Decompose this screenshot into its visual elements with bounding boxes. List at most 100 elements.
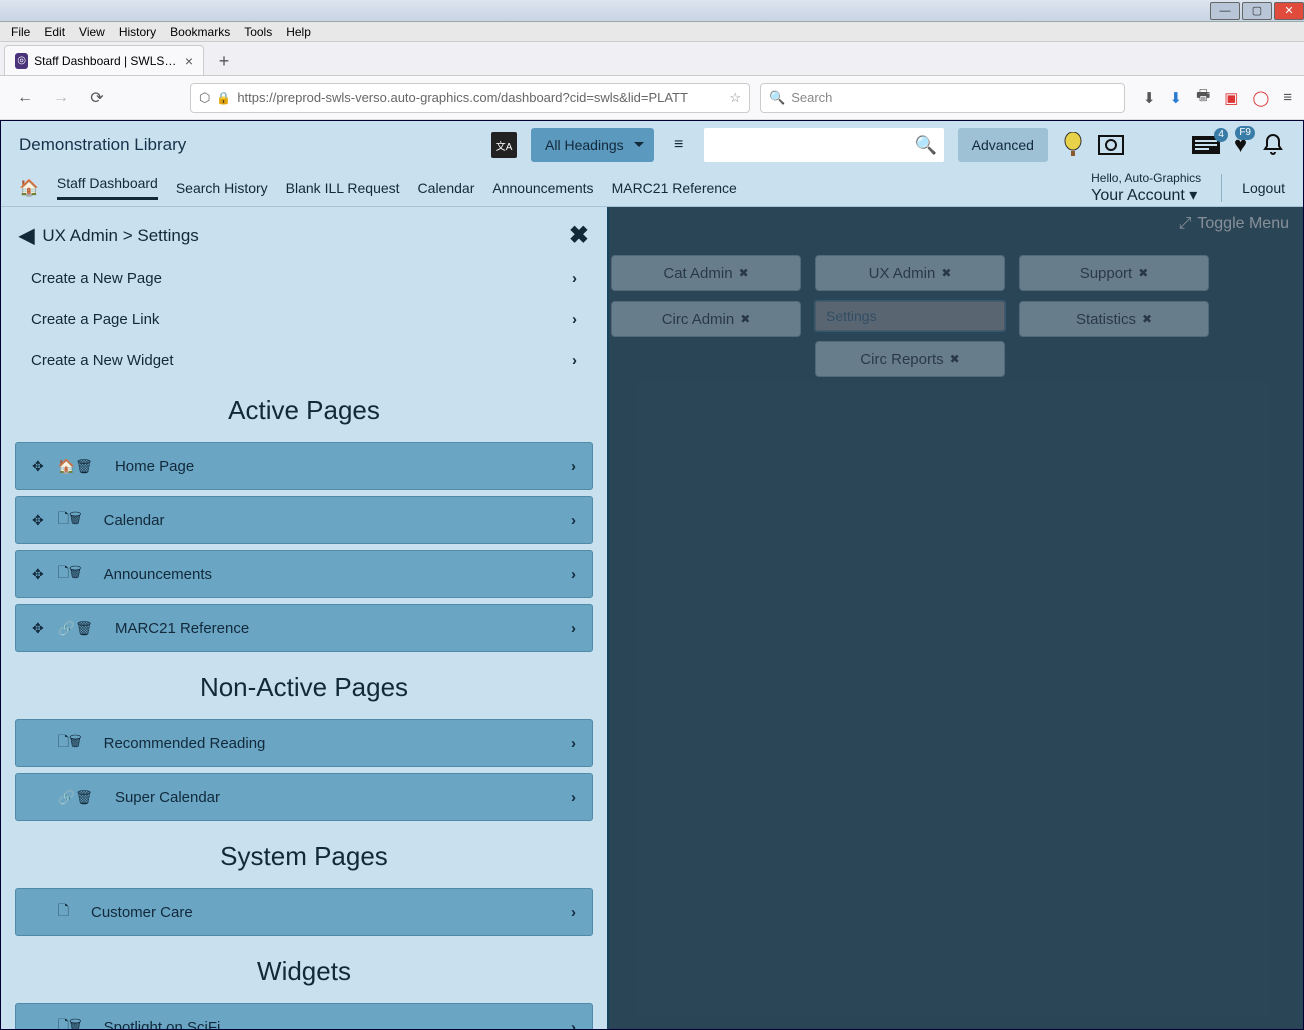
balloon-icon[interactable]	[1062, 132, 1084, 158]
chevron-right-icon: ›	[571, 789, 576, 806]
downloads-icon[interactable]: ⬇	[1170, 89, 1183, 107]
address-bar[interactable]: ⬡ 🔒 https://preprod-swls-verso.auto-grap…	[190, 83, 750, 113]
scan-icon[interactable]	[1098, 133, 1124, 157]
chevron-right-icon: ›	[571, 458, 576, 475]
advanced-label: Advanced	[972, 137, 1034, 153]
page-item-announcements[interactable]: ✥ 🗋🗑 Announcements ›	[15, 550, 593, 598]
site-header: Demonstration Library 文A All Headings ≡ …	[1, 121, 1303, 169]
chevron-right-icon: ›	[571, 1019, 576, 1030]
link-label: Create a New Widget	[31, 352, 174, 369]
chevron-right-icon: ›	[572, 311, 577, 328]
chevron-right-icon: ›	[572, 352, 577, 369]
favorites-heart-icon[interactable]: ♥ F9	[1234, 132, 1247, 158]
url-text: https://preprod-swls-verso.auto-graphics…	[237, 90, 688, 105]
pocket-icon[interactable]: ⬇	[1143, 89, 1156, 107]
extension1-icon[interactable]: ▣	[1224, 89, 1238, 107]
section-widgets: Widgets	[1, 942, 607, 997]
print-icon[interactable]: 🖶	[1196, 85, 1210, 110]
window-minimize-button[interactable]: —	[1210, 2, 1240, 20]
nav-marc21[interactable]: MARC21 Reference	[612, 180, 737, 196]
create-new-page-link[interactable]: Create a New Page ›	[1, 258, 607, 299]
close-tab-icon[interactable]: ×	[185, 53, 193, 69]
card-badge: 4	[1214, 128, 1228, 142]
breadcrumb: UX Admin > Settings	[42, 226, 198, 246]
menu-help[interactable]: Help	[279, 25, 318, 39]
browser-tab-title: Staff Dashboard | SWLS | PLATT	[34, 54, 179, 68]
nav-blank-ill[interactable]: Blank ILL Request	[286, 180, 400, 196]
back-button[interactable]: ←	[12, 85, 38, 111]
section-system-pages: System Pages	[1, 827, 607, 882]
page-item-label: Calendar	[104, 512, 165, 529]
reload-button[interactable]: ⟳	[84, 85, 110, 111]
create-page-link-link[interactable]: Create a Page Link ›	[1, 299, 607, 340]
extension2-icon[interactable]: ◯	[1252, 89, 1269, 107]
browser-search-field[interactable]: 🔍 Search	[760, 83, 1125, 113]
item-icons: 🗋🗑	[58, 508, 82, 532]
chevron-right-icon: ›	[572, 270, 577, 287]
heart-badge: F9	[1235, 126, 1255, 140]
search-icon[interactable]: 🔍	[908, 135, 944, 156]
menu-history[interactable]: History	[112, 25, 163, 39]
widget-item-spotlight[interactable]: ✥ 🗋🗑 Spotlight on SciFi ›	[15, 1003, 593, 1029]
site-nav: 🏠 Staff Dashboard Search History Blank I…	[1, 169, 1303, 207]
shield-icon: ⬡	[199, 90, 210, 106]
notifications-bell-icon[interactable]	[1261, 133, 1285, 157]
settings-panel: ◀ UX Admin > Settings ✖ Create a New Pag…	[1, 207, 609, 1029]
item-icons: 🗋🗑	[58, 1015, 82, 1029]
drag-handle-icon[interactable]: ✥	[32, 566, 44, 583]
item-icons: 🗋🗑	[58, 731, 82, 755]
nav-search-history[interactable]: Search History	[176, 180, 268, 196]
chevron-right-icon: ›	[571, 620, 576, 637]
browser-tab-strip: ◎ Staff Dashboard | SWLS | PLATT × +	[0, 42, 1304, 76]
new-tab-button[interactable]: +	[210, 47, 238, 75]
chevron-right-icon: ›	[571, 904, 576, 921]
menu-tools[interactable]: Tools	[237, 25, 279, 39]
page-item-label: Customer Care	[91, 904, 193, 921]
back-icon[interactable]: ◀	[19, 223, 34, 248]
page-item-home[interactable]: ✥ 🏠🗑 Home Page ›	[15, 442, 593, 490]
browser-tab[interactable]: ◎ Staff Dashboard | SWLS | PLATT ×	[4, 45, 204, 75]
menu-file[interactable]: File	[4, 25, 37, 39]
chevron-right-icon: ›	[571, 735, 576, 752]
forward-button[interactable]: →	[48, 85, 74, 111]
advanced-search-button[interactable]: Advanced	[958, 128, 1048, 162]
window-maximize-button[interactable]: ▢	[1242, 2, 1272, 20]
site-title: Demonstration Library	[19, 135, 186, 155]
menu-view[interactable]: View	[72, 25, 112, 39]
page-item-label: Recommended Reading	[104, 735, 266, 752]
bookmark-star-icon[interactable]: ☆	[729, 90, 741, 106]
headings-dropdown[interactable]: All Headings	[531, 128, 654, 162]
menu-bookmarks[interactable]: Bookmarks	[163, 25, 237, 39]
logout-link[interactable]: Logout	[1242, 180, 1285, 196]
nav-calendar[interactable]: Calendar	[418, 180, 475, 196]
site-search-input[interactable]: 🔍	[704, 128, 944, 162]
create-new-widget-link[interactable]: Create a New Widget ›	[1, 340, 607, 381]
language-icon[interactable]: 文A	[491, 132, 517, 158]
link-label: Create a Page Link	[31, 311, 159, 328]
database-icon[interactable]: ≡	[668, 136, 690, 154]
account-dropdown[interactable]: Your Account ▾	[1091, 187, 1197, 204]
page-item-calendar[interactable]: ✥ 🗋🗑 Calendar ›	[15, 496, 593, 544]
window-titlebar: — ▢ ✕	[0, 0, 1304, 22]
section-active-pages: Active Pages	[1, 381, 607, 436]
nav-announcements[interactable]: Announcements	[492, 180, 593, 196]
window-close-button[interactable]: ✕	[1274, 2, 1304, 20]
app-menu-icon[interactable]: ≡	[1283, 89, 1292, 106]
page-item-label: Spotlight on SciFi	[104, 1019, 221, 1030]
drag-handle-icon[interactable]: ✥	[32, 620, 44, 637]
menu-edit[interactable]: Edit	[37, 25, 72, 39]
close-panel-icon[interactable]: ✖	[569, 221, 589, 250]
drag-handle-icon[interactable]: ✥	[32, 458, 44, 475]
chevron-right-icon: ›	[571, 512, 576, 529]
favicon-icon: ◎	[15, 53, 28, 69]
page-item-customercare[interactable]: ✥ 🗋 Customer Care ›	[15, 888, 593, 936]
page-item-recommended[interactable]: ✥ 🗋🗑 Recommended Reading ›	[15, 719, 593, 767]
browser-toolbar: ← → ⟳ ⬡ 🔒 https://preprod-swls-verso.aut…	[0, 76, 1304, 120]
page-item-marc21[interactable]: ✥ 🔗🗑 MARC21 Reference ›	[15, 604, 593, 652]
page-item-supercalendar[interactable]: ✥ 🔗🗑 Super Calendar ›	[15, 773, 593, 821]
drag-handle-icon[interactable]: ✥	[32, 512, 44, 529]
library-card-icon[interactable]: 4	[1192, 134, 1220, 156]
home-icon[interactable]: 🏠	[19, 178, 39, 198]
item-icons: 🔗🗑	[58, 620, 93, 637]
nav-staff-dashboard[interactable]: Staff Dashboard	[57, 175, 158, 200]
